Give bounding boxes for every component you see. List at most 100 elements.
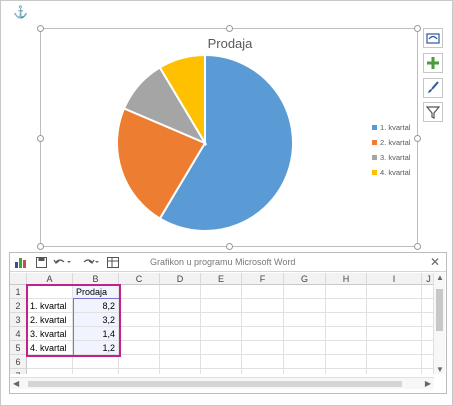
row-header[interactable]: 4 — [10, 327, 27, 341]
data-range-outline[interactable] — [26, 284, 121, 357]
undo-button[interactable] — [52, 255, 72, 270]
resize-handle-bottom-right[interactable] — [414, 243, 421, 250]
empty-cell[interactable] — [201, 341, 242, 355]
row-header[interactable]: 6 — [10, 355, 27, 369]
empty-cell[interactable] — [119, 299, 160, 313]
row-header[interactable]: 3 — [10, 313, 27, 327]
column-header[interactable]: G — [284, 273, 326, 285]
empty-cell[interactable] — [119, 285, 160, 299]
empty-cell[interactable] — [242, 327, 284, 341]
column-header[interactable]: I — [367, 273, 422, 285]
horizontal-scroll-thumb[interactable] — [28, 381, 402, 387]
column-header[interactable]: D — [160, 273, 201, 285]
undo-icon — [53, 259, 71, 264]
empty-cell[interactable] — [27, 369, 73, 374]
edit-in-excel-icon[interactable] — [106, 255, 120, 270]
scroll-down-icon[interactable]: ▼ — [436, 365, 444, 374]
empty-cell[interactable] — [284, 341, 326, 355]
chart-filters-button[interactable] — [423, 102, 443, 122]
empty-cell[interactable] — [160, 341, 201, 355]
empty-cell[interactable] — [201, 299, 242, 313]
resize-handle-top[interactable] — [226, 25, 233, 32]
empty-cell[interactable] — [326, 299, 367, 313]
empty-cell[interactable] — [27, 355, 73, 369]
empty-cell[interactable] — [242, 285, 284, 299]
resize-handle-top-right[interactable] — [414, 25, 421, 32]
empty-cell[interactable] — [367, 299, 422, 313]
empty-cell[interactable] — [119, 327, 160, 341]
row-header[interactable]: 7 — [10, 369, 27, 374]
resize-handle-top-left[interactable] — [37, 25, 44, 32]
empty-cell[interactable] — [284, 327, 326, 341]
column-header[interactable]: E — [201, 273, 242, 285]
empty-cell[interactable] — [119, 341, 160, 355]
empty-cell[interactable] — [284, 313, 326, 327]
empty-cell[interactable] — [73, 369, 119, 374]
spreadsheet-grid[interactable]: A B C D E F G H I J 1 2 3 4 5 6 7 Prodaj… — [10, 273, 434, 374]
horizontal-scrollbar[interactable]: ◀ ▶ — [10, 377, 434, 389]
empty-cell[interactable] — [160, 327, 201, 341]
empty-cell[interactable] — [160, 313, 201, 327]
empty-cell[interactable] — [119, 355, 160, 369]
resize-handle-bottom-left[interactable] — [37, 243, 44, 250]
empty-cell[interactable] — [201, 313, 242, 327]
empty-cell[interactable] — [242, 299, 284, 313]
scroll-right-icon[interactable]: ▶ — [425, 379, 431, 388]
empty-cell[interactable] — [326, 355, 367, 369]
empty-cell[interactable] — [242, 341, 284, 355]
empty-cell[interactable] — [201, 355, 242, 369]
empty-cell[interactable] — [73, 355, 119, 369]
redo-button[interactable] — [80, 255, 100, 270]
empty-cell[interactable] — [201, 327, 242, 341]
chart-legend: 1. kvartal 2. kvartal 3. kvartal 4. kvartal — [372, 123, 411, 177]
empty-cell[interactable] — [367, 341, 422, 355]
resize-handle-right[interactable] — [414, 135, 421, 142]
empty-cell[interactable] — [326, 369, 367, 374]
empty-cell[interactable] — [326, 285, 367, 299]
empty-cell[interactable] — [284, 355, 326, 369]
empty-cell[interactable] — [284, 299, 326, 313]
empty-cell[interactable] — [242, 313, 284, 327]
empty-cell[interactable] — [160, 285, 201, 299]
empty-cell[interactable] — [326, 341, 367, 355]
empty-cell[interactable] — [367, 313, 422, 327]
resize-handle-bottom[interactable] — [226, 243, 233, 250]
column-header[interactable]: C — [119, 273, 160, 285]
chart-elements-button[interactable] — [423, 53, 443, 73]
layout-options-button[interactable] — [423, 28, 443, 48]
vertical-scroll-thumb[interactable] — [436, 289, 443, 331]
empty-cell[interactable] — [367, 285, 422, 299]
row-header[interactable]: 5 — [10, 341, 27, 355]
empty-cell[interactable] — [326, 313, 367, 327]
empty-cell[interactable] — [367, 327, 422, 341]
scroll-left-icon[interactable]: ◀ — [13, 379, 19, 388]
empty-cell[interactable] — [284, 369, 326, 374]
legend-label-1: 1. kvartal — [380, 123, 411, 132]
pie-slices — [116, 53, 294, 232]
empty-cell[interactable] — [119, 313, 160, 327]
empty-cell[interactable] — [242, 355, 284, 369]
close-icon[interactable]: ✕ — [430, 255, 440, 269]
empty-cell[interactable] — [201, 369, 242, 374]
resize-handle-left[interactable] — [37, 135, 44, 142]
column-header[interactable]: H — [326, 273, 367, 285]
row-header[interactable]: 1 — [10, 285, 27, 299]
empty-cell[interactable] — [160, 355, 201, 369]
select-all-corner[interactable] — [10, 273, 27, 285]
empty-cell[interactable] — [242, 369, 284, 374]
empty-cell[interactable] — [201, 285, 242, 299]
scroll-up-icon[interactable]: ▲ — [436, 273, 444, 282]
empty-cell[interactable] — [160, 369, 201, 374]
chart-styles-button[interactable] — [423, 78, 443, 98]
empty-cell[interactable] — [119, 369, 160, 374]
row-header[interactable]: 2 — [10, 299, 27, 313]
empty-cell[interactable] — [367, 369, 422, 374]
chart-object[interactable]: Prodaja 1. kvartal 2. kvartal 3. kvartal 4.… — [37, 25, 421, 250]
save-icon[interactable] — [34, 255, 48, 270]
column-header[interactable]: F — [242, 273, 284, 285]
empty-cell[interactable] — [367, 355, 422, 369]
empty-cell[interactable] — [160, 299, 201, 313]
empty-cell[interactable] — [284, 285, 326, 299]
vertical-scrollbar[interactable]: ▲ ▼ — [433, 273, 445, 374]
empty-cell[interactable] — [326, 327, 367, 341]
